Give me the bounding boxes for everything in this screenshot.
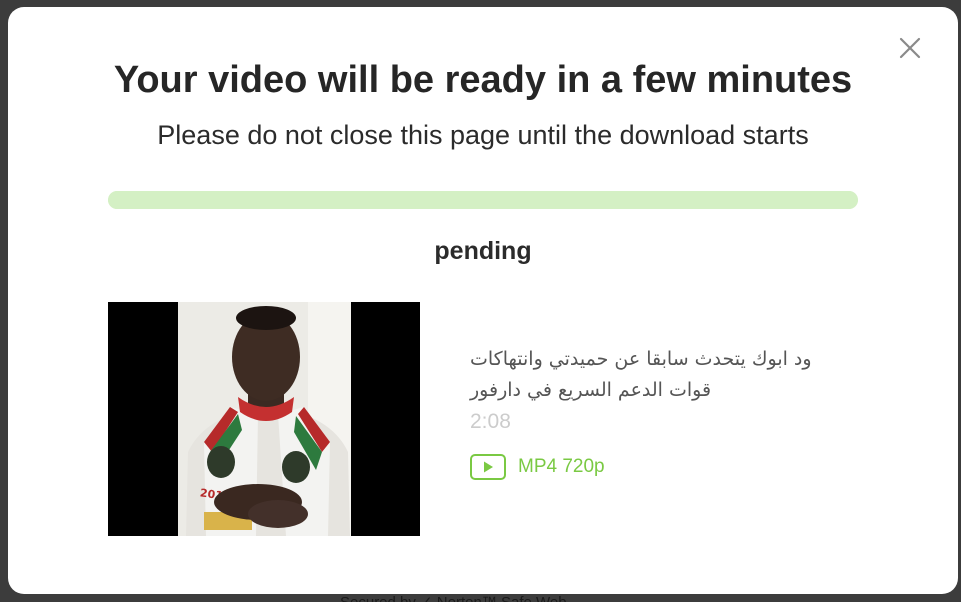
download-modal: Your video will be ready in a few minute…: [8, 7, 958, 594]
modal-subtitle: Please do not close this page until the …: [157, 120, 809, 150]
secured-by-text: Secured by ✓ Norton™ Safe Web: [340, 593, 567, 602]
progress-fill: [108, 191, 858, 209]
modal-title: Your video will be ready in a few minute…: [113, 59, 853, 101]
close-icon: [899, 37, 921, 59]
play-icon: [470, 454, 506, 480]
video-duration: 2:08: [470, 410, 511, 433]
status-text: pending: [434, 237, 532, 265]
progress-bar: [108, 191, 858, 209]
format-download-button[interactable]: MP4 720p: [470, 454, 630, 480]
video-thumbnail[interactable]: 2018: [108, 302, 420, 536]
video-info: ود ابوك يتحدث سابقا عن حميدتي وانتهاكات …: [470, 344, 830, 480]
format-label: MP4 720p: [518, 456, 605, 477]
close-button[interactable]: [897, 35, 923, 61]
thumbnail-image: 2018: [108, 302, 420, 536]
video-title: ود ابوك يتحدث سابقا عن حميدتي وانتهاكات …: [470, 348, 812, 401]
